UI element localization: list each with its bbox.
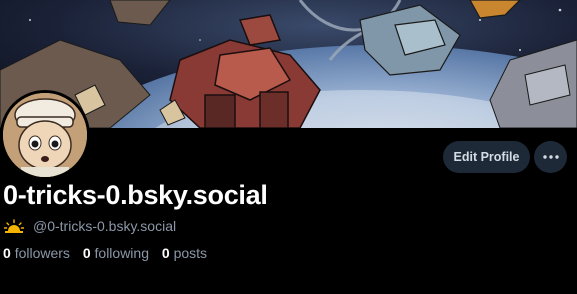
- avatar[interactable]: [0, 90, 90, 180]
- handle-row: @0-tricks-0.bsky.social: [4, 217, 176, 235]
- following-link[interactable]: 0 following: [83, 245, 149, 261]
- posts-label: posts: [173, 245, 208, 261]
- ellipsis-icon: [542, 155, 559, 159]
- posts-count: 0: [161, 245, 170, 261]
- edit-profile-button[interactable]: Edit Profile: [443, 141, 530, 173]
- followers-label: followers: [14, 245, 70, 261]
- profile-banner[interactable]: [0, 0, 577, 128]
- following-label: following: [94, 245, 149, 261]
- posts-stat: 0 posts: [162, 245, 207, 261]
- followers-count: 0: [3, 245, 11, 261]
- profile-page: Edit Profile 0-tricks-0.bsky.social @0-t…: [0, 0, 577, 294]
- sunrise-emoji-icon: [4, 219, 24, 233]
- banner-artwork: [0, 0, 577, 128]
- more-options-button[interactable]: [534, 141, 567, 173]
- profile-stats: 0 followers 0 following 0 posts: [3, 245, 216, 261]
- followers-link[interactable]: 0 followers: [3, 245, 70, 261]
- edit-profile-label: Edit Profile: [453, 150, 520, 164]
- handle: @0-tricks-0.bsky.social: [33, 218, 177, 234]
- avatar-illustration: [3, 93, 87, 177]
- following-count: 0: [82, 245, 91, 261]
- display-name: 0-tricks-0.bsky.social: [3, 180, 268, 210]
